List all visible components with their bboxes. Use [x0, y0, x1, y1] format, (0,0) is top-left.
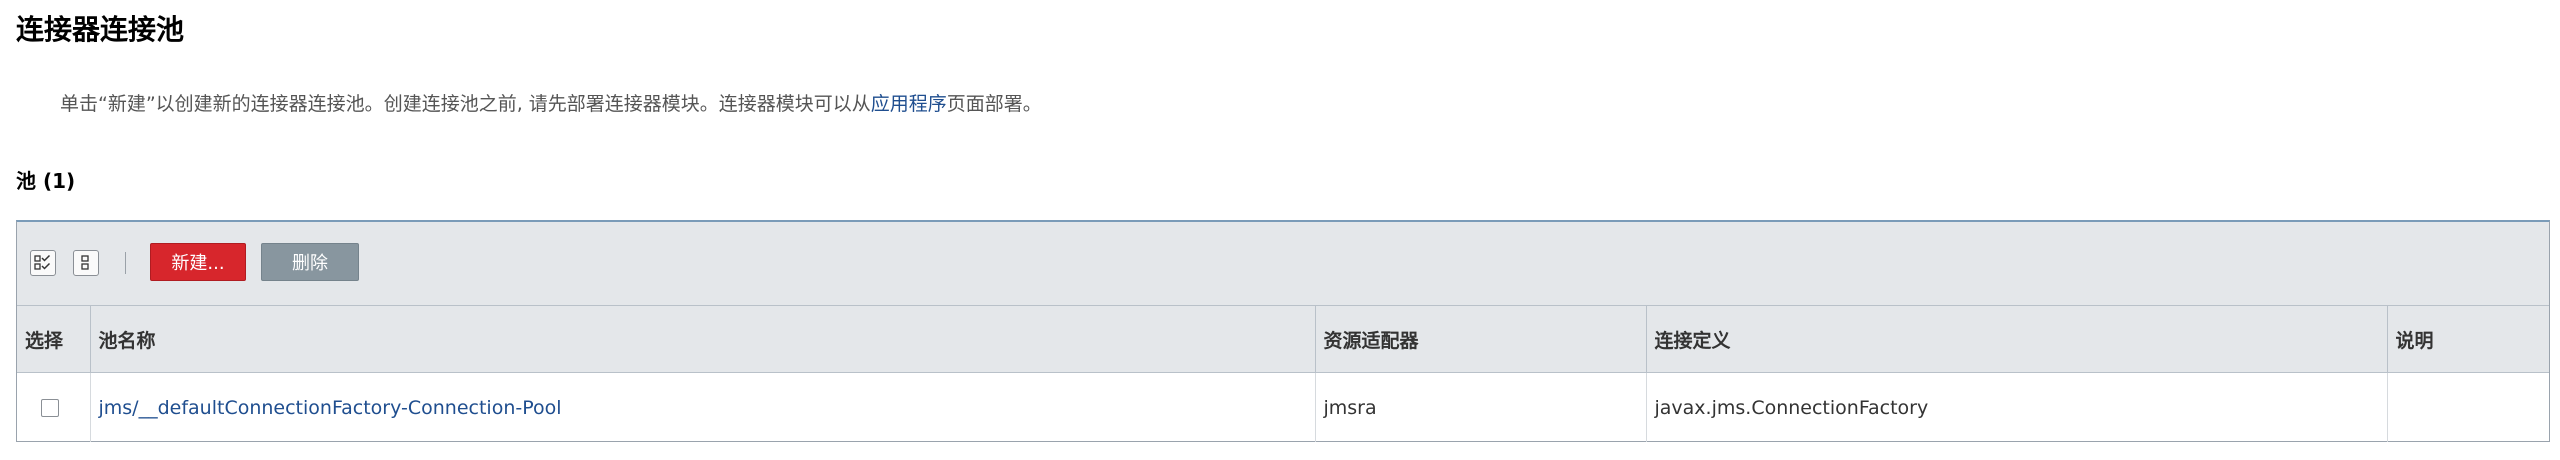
pools-grid: 选择 池名称 资源适配器 连接定义 说明 jms/__defaultConnec… — [17, 306, 2549, 442]
table-header-row: 选择 池名称 资源适配器 连接定义 说明 — [17, 306, 2549, 373]
column-header-pool-name[interactable]: 池名称 — [90, 306, 1316, 373]
select-all-icon[interactable] — [30, 250, 56, 276]
row-checkbox[interactable] — [41, 399, 59, 417]
help-text-suffix: 页面部署。 — [946, 93, 1042, 115]
column-header-connection-definition[interactable]: 连接定义 — [1646, 306, 2388, 373]
toolbar-separator — [125, 252, 126, 274]
column-header-select[interactable]: 选择 — [17, 306, 91, 373]
column-header-description[interactable]: 说明 — [2387, 306, 2549, 373]
description-cell — [2387, 373, 2549, 443]
table-title: 池 (1) — [16, 169, 76, 193]
pools-table: 新建... 删除 选择 池名称 资源适配器 连接定义 说明 jms/__defa… — [16, 220, 2550, 442]
connection-definition-cell: javax.jms.ConnectionFactory — [1646, 372, 2388, 442]
help-text: 单击“新建”以创建新的连接器连接池。创建连接池之前, 请先部署连接器模块。连接器… — [60, 90, 1042, 118]
new-button[interactable]: 新建... — [150, 243, 246, 281]
column-header-resource-adapter[interactable]: 资源适配器 — [1315, 306, 1647, 373]
help-text-prefix: 单击“新建”以创建新的连接器连接池。创建连接池之前, 请先部署连接器模块。连接器… — [60, 93, 871, 115]
delete-button[interactable]: 删除 — [261, 243, 359, 281]
page-title: 连接器连接池 — [16, 13, 185, 46]
deselect-all-icon[interactable] — [73, 250, 99, 276]
select-cell — [17, 372, 91, 442]
pool-name-cell: jms/__defaultConnectionFactory-Connectio… — [90, 372, 1316, 442]
pool-name-link[interactable]: jms/__defaultConnectionFactory-Connectio… — [99, 397, 562, 419]
table-toolbar: 新建... 删除 — [17, 222, 2549, 306]
resource-adapter-cell: jmsra — [1315, 372, 1647, 442]
applications-link[interactable]: 应用程序 — [871, 93, 947, 115]
table-row: jms/__defaultConnectionFactory-Connectio… — [17, 372, 2549, 443]
